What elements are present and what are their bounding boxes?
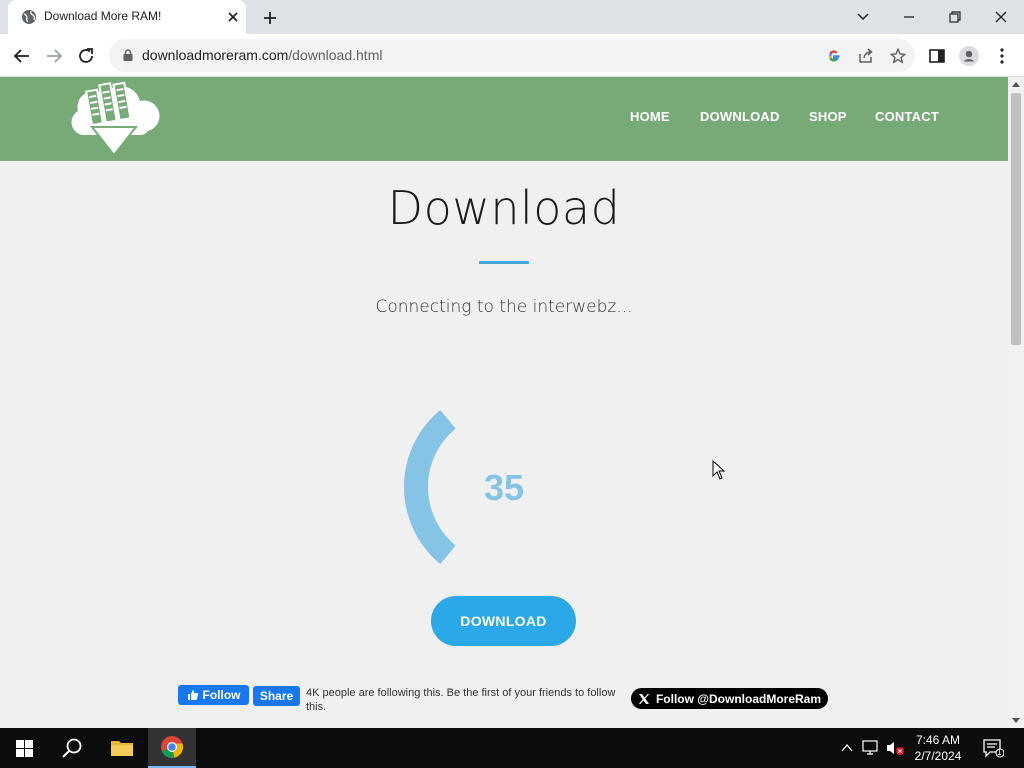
chrome-icon <box>161 736 184 758</box>
search-icon <box>62 738 82 758</box>
nav-download[interactable]: DOWNLOAD <box>700 109 780 124</box>
title-divider <box>479 261 529 264</box>
url-path: /download.html <box>288 47 383 63</box>
windows-logo-icon <box>15 739 33 757</box>
scroll-up-arrow-icon[interactable] <box>1012 81 1020 89</box>
restore-icon[interactable] <box>944 6 966 28</box>
search-button[interactable] <box>48 728 96 768</box>
page-viewport: HOME DOWNLOAD SHOP CONTACT Download Conn… <box>0 77 1008 728</box>
notifications-button[interactable]: 1 <box>978 728 1008 768</box>
forward-arrow-icon[interactable] <box>43 45 65 67</box>
lock-icon[interactable] <box>121 48 135 62</box>
folder-icon <box>111 741 133 756</box>
windows-taskbar: 7:46 AM 2/7/2024 1 <box>0 728 1024 768</box>
side-panel-icon[interactable] <box>926 45 948 67</box>
reload-icon[interactable] <box>75 45 97 67</box>
back-arrow-icon[interactable] <box>11 45 33 67</box>
browser-tab[interactable]: Download More RAM! <box>8 0 246 34</box>
network-icon[interactable] <box>862 740 880 756</box>
mouse-pointer-icon <box>712 460 726 480</box>
profile-avatar-icon[interactable] <box>958 45 980 67</box>
thumbs-up-icon <box>187 690 198 700</box>
volume-muted-icon[interactable] <box>885 740 905 756</box>
globe-icon <box>22 10 36 24</box>
url-domain: downloadmoreram.com <box>142 47 289 63</box>
download-button[interactable]: DOWNLOAD <box>431 596 576 646</box>
notification-count: 1 <box>997 748 1002 757</box>
x-logo-icon <box>638 693 649 704</box>
file-explorer-button[interactable] <box>98 728 146 768</box>
bookmark-star-icon[interactable] <box>888 46 908 66</box>
site-header: HOME DOWNLOAD SHOP CONTACT <box>0 77 1008 161</box>
clock-date: 2/7/2024 <box>914 749 962 763</box>
google-icon[interactable] <box>824 46 844 66</box>
scroll-down-arrow-icon[interactable] <box>1012 716 1020 724</box>
page-title: Download <box>387 181 621 235</box>
kebab-menu-icon[interactable] <box>991 45 1013 67</box>
page-scrollbar[interactable] <box>1008 77 1024 728</box>
facebook-follow-count-text: 4K people are following this. Be the fir… <box>306 687 616 713</box>
cloud-download-logo[interactable] <box>68 81 160 159</box>
connection-status: Connecting to the interwebz... <box>375 297 633 317</box>
nav-home[interactable]: HOME <box>630 109 670 124</box>
tab-title: Download More RAM! <box>44 9 162 23</box>
nav-shop[interactable]: SHOP <box>809 109 847 124</box>
browser-toolbar: downloadmoreram.com/download.html <box>0 34 1024 77</box>
nav-contact[interactable]: CONTACT <box>875 109 939 124</box>
share-icon[interactable] <box>856 46 876 66</box>
tab-strip: Download More RAM! <box>0 0 1024 34</box>
twitter-follow-label: Follow @DownloadMoreRam <box>655 691 822 706</box>
facebook-follow-label: Follow <box>202 688 241 702</box>
minimize-icon[interactable] <box>898 6 920 28</box>
close-tab-icon[interactable] <box>225 9 241 25</box>
scrollbar-thumb[interactable] <box>1011 93 1021 345</box>
chevron-up-icon[interactable] <box>840 741 854 755</box>
new-tab-icon[interactable] <box>260 8 280 28</box>
close-window-icon[interactable] <box>990 6 1012 28</box>
address-bar[interactable]: downloadmoreram.com/download.html <box>109 39 915 72</box>
start-button[interactable] <box>0 728 48 768</box>
clock-time: 7:46 AM <box>915 733 961 747</box>
twitter-follow-button[interactable]: Follow @DownloadMoreRam <box>631 688 828 709</box>
facebook-share-button[interactable]: Share <box>253 686 300 706</box>
facebook-follow-button[interactable]: Follow <box>178 685 249 705</box>
chrome-taskbar-button[interactable] <box>148 728 196 768</box>
progress-value: 35 <box>483 467 525 508</box>
url-text[interactable]: downloadmoreram.com/download.html <box>142 47 382 63</box>
clock[interactable]: 7:46 AM 2/7/2024 <box>908 732 968 764</box>
tab-search-chevron-icon[interactable] <box>852 6 874 28</box>
